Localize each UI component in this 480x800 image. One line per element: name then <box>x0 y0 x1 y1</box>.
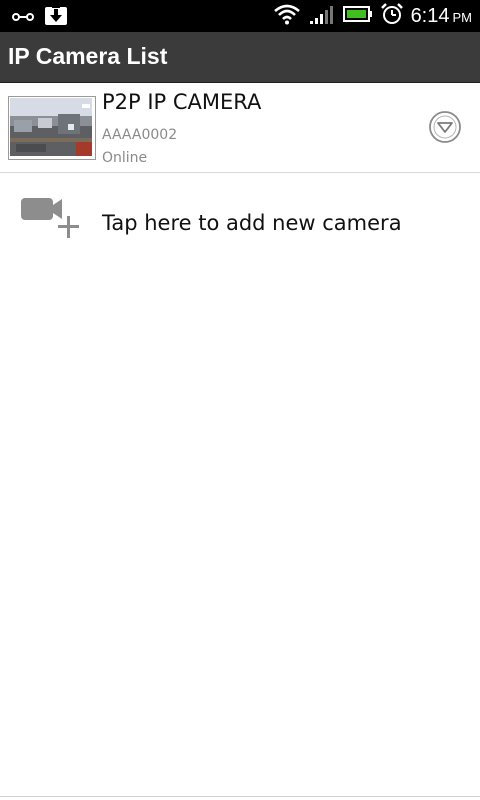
camera-id: AAAA0002 <box>102 127 178 143</box>
add-camera-row[interactable]: Tap here to add new camera <box>0 173 480 273</box>
usb-connection-icon <box>12 8 34 27</box>
camera-name: P2P IP CAMERA <box>102 90 262 114</box>
camera-list-item[interactable]: P2P IP CAMERA AAAA0002 Online <box>0 83 480 173</box>
add-camera-icon <box>18 193 82 245</box>
battery-icon <box>342 5 373 27</box>
title-bar: IP Camera List <box>0 32 480 83</box>
add-camera-label: Tap here to add new camera <box>102 211 402 235</box>
clock-ampm: PM <box>452 9 473 25</box>
camera-thumbnail[interactable] <box>8 96 96 160</box>
chevron-down-circle-icon[interactable] <box>428 110 462 144</box>
page-title: IP Camera List <box>8 43 168 69</box>
bottom-divider <box>0 796 480 797</box>
camera-status: Online <box>102 150 148 166</box>
clock: 6:14 PM <box>411 5 472 28</box>
signal-strength-icon <box>309 3 335 29</box>
alarm-clock-icon <box>380 3 403 29</box>
download-notification-icon <box>44 4 68 30</box>
wifi-icon <box>273 3 301 29</box>
status-bar: 6:14 PM <box>0 0 480 32</box>
clock-time: 6:14 <box>410 4 450 27</box>
